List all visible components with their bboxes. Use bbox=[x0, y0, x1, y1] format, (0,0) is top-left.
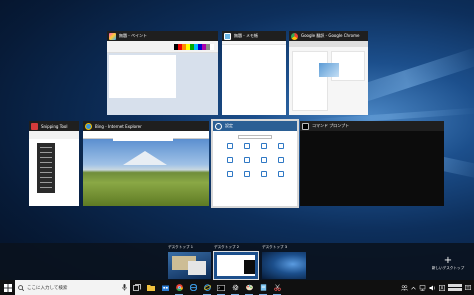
scissors-icon bbox=[31, 122, 38, 130]
window-thumbnail bbox=[289, 41, 368, 115]
bing-background-image bbox=[83, 139, 209, 206]
window-title: コマンド プロンプト bbox=[312, 123, 350, 128]
store-icon[interactable] bbox=[158, 280, 172, 295]
console-output bbox=[300, 131, 444, 206]
window-snipping-tool[interactable]: Snipping Tool bbox=[29, 121, 79, 206]
edge-icon[interactable] bbox=[186, 280, 200, 295]
svg-text:A: A bbox=[441, 285, 444, 290]
volume-icon[interactable] bbox=[429, 285, 436, 291]
window-header: Bing - Internet Explorer bbox=[83, 121, 209, 131]
console-icon bbox=[302, 122, 309, 130]
window-command-prompt[interactable]: コマンド プロンプト bbox=[300, 121, 444, 206]
snipping-menu bbox=[37, 143, 55, 193]
chrome-icon bbox=[291, 32, 298, 40]
task-view-icon[interactable] bbox=[130, 280, 144, 295]
window-title: 無題 - メモ帳 bbox=[234, 33, 258, 38]
people-icon[interactable] bbox=[401, 284, 408, 291]
desktop-2-thumbnail[interactable] bbox=[213, 251, 259, 280]
window-paint[interactable]: 無題 - ペイント bbox=[107, 31, 218, 115]
window-settings[interactable]: 設定 bbox=[211, 119, 299, 208]
window-thumbnail bbox=[300, 131, 444, 206]
window-notepad[interactable]: 無題 - メモ帳 bbox=[222, 31, 286, 115]
page-image bbox=[319, 63, 339, 77]
scissors-icon[interactable] bbox=[270, 280, 284, 295]
desktop-1-thumbnail[interactable] bbox=[168, 252, 211, 279]
search-placeholder: ここに入力して検索 bbox=[27, 285, 68, 291]
new-desktop-button[interactable]: + 新しいデスクトップ bbox=[428, 256, 468, 274]
window-title: 設定 bbox=[225, 123, 233, 128]
window-header: Snipping Tool bbox=[29, 121, 79, 131]
translate-panel bbox=[292, 51, 328, 111]
window-title: 無題 - ペイント bbox=[119, 33, 147, 38]
window-header: 無題 - メモ帳 bbox=[222, 31, 286, 41]
window-header: 設定 bbox=[213, 121, 297, 131]
desktop-label: デスクトップ 1 bbox=[168, 245, 193, 249]
start-button[interactable] bbox=[0, 280, 15, 295]
notepad-menubar bbox=[222, 41, 286, 45]
snipping-toolbar bbox=[29, 131, 79, 139]
paint-icon[interactable] bbox=[242, 280, 256, 295]
window-title: Snipping Tool bbox=[41, 123, 68, 129]
network-icon[interactable] bbox=[419, 284, 426, 291]
window-header: Google 翻訳 - Google Chrome bbox=[289, 31, 368, 41]
desktop-3-thumbnail[interactable] bbox=[262, 252, 306, 279]
bing-searchbox bbox=[113, 137, 173, 141]
chevron-up-icon[interactable] bbox=[411, 286, 416, 290]
ime-icon[interactable]: A bbox=[439, 284, 445, 291]
window-header: コマンド プロンプト bbox=[300, 121, 444, 131]
search-icon bbox=[18, 284, 24, 291]
internet-explorer-icon[interactable] bbox=[200, 280, 214, 295]
clock[interactable] bbox=[448, 284, 462, 291]
settings-search bbox=[238, 135, 272, 139]
windows-logo-icon bbox=[3, 283, 12, 292]
notepad-icon[interactable] bbox=[256, 280, 270, 295]
microphone-icon[interactable] bbox=[122, 284, 127, 291]
clock-date bbox=[448, 288, 462, 291]
paint-canvas bbox=[107, 53, 218, 115]
window-thumbnail bbox=[222, 41, 286, 115]
taskbar: ここに入力して検索 A bbox=[0, 280, 474, 295]
taskbar-search-input[interactable]: ここに入力して検索 bbox=[15, 280, 130, 295]
new-desktop-label: 新しいデスクトップ bbox=[431, 266, 465, 270]
desktop-label: デスクトップ 2 bbox=[214, 245, 239, 249]
gear-icon bbox=[215, 122, 222, 130]
internet-explorer-icon bbox=[85, 122, 92, 130]
paint-ribbon bbox=[107, 41, 218, 53]
window-internet-explorer[interactable]: Bing - Internet Explorer bbox=[83, 121, 209, 206]
window-chrome[interactable]: Google 翻訳 - Google Chrome bbox=[289, 31, 368, 115]
window-thumbnail bbox=[107, 41, 218, 115]
window-thumbnail bbox=[83, 131, 209, 206]
paint-icon bbox=[109, 32, 116, 40]
console-icon[interactable] bbox=[214, 280, 228, 295]
window-thumbnail bbox=[29, 131, 79, 206]
clock-time bbox=[448, 284, 462, 287]
notification-icon[interactable] bbox=[465, 284, 471, 291]
desktop-label: デスクトップ 3 bbox=[262, 245, 287, 249]
gear-icon[interactable] bbox=[228, 280, 242, 295]
file-explorer-icon[interactable] bbox=[144, 280, 158, 295]
notepad-icon bbox=[224, 32, 231, 40]
chrome-icon[interactable] bbox=[172, 280, 186, 295]
window-title: Google 翻訳 - Google Chrome bbox=[301, 33, 360, 38]
window-title: Bing - Internet Explorer bbox=[95, 123, 142, 129]
window-header: 無題 - ペイント bbox=[107, 31, 218, 41]
plus-icon: + bbox=[443, 255, 453, 266]
window-thumbnail bbox=[213, 131, 297, 206]
system-tray: A bbox=[401, 284, 474, 291]
settings-categories bbox=[221, 143, 289, 177]
